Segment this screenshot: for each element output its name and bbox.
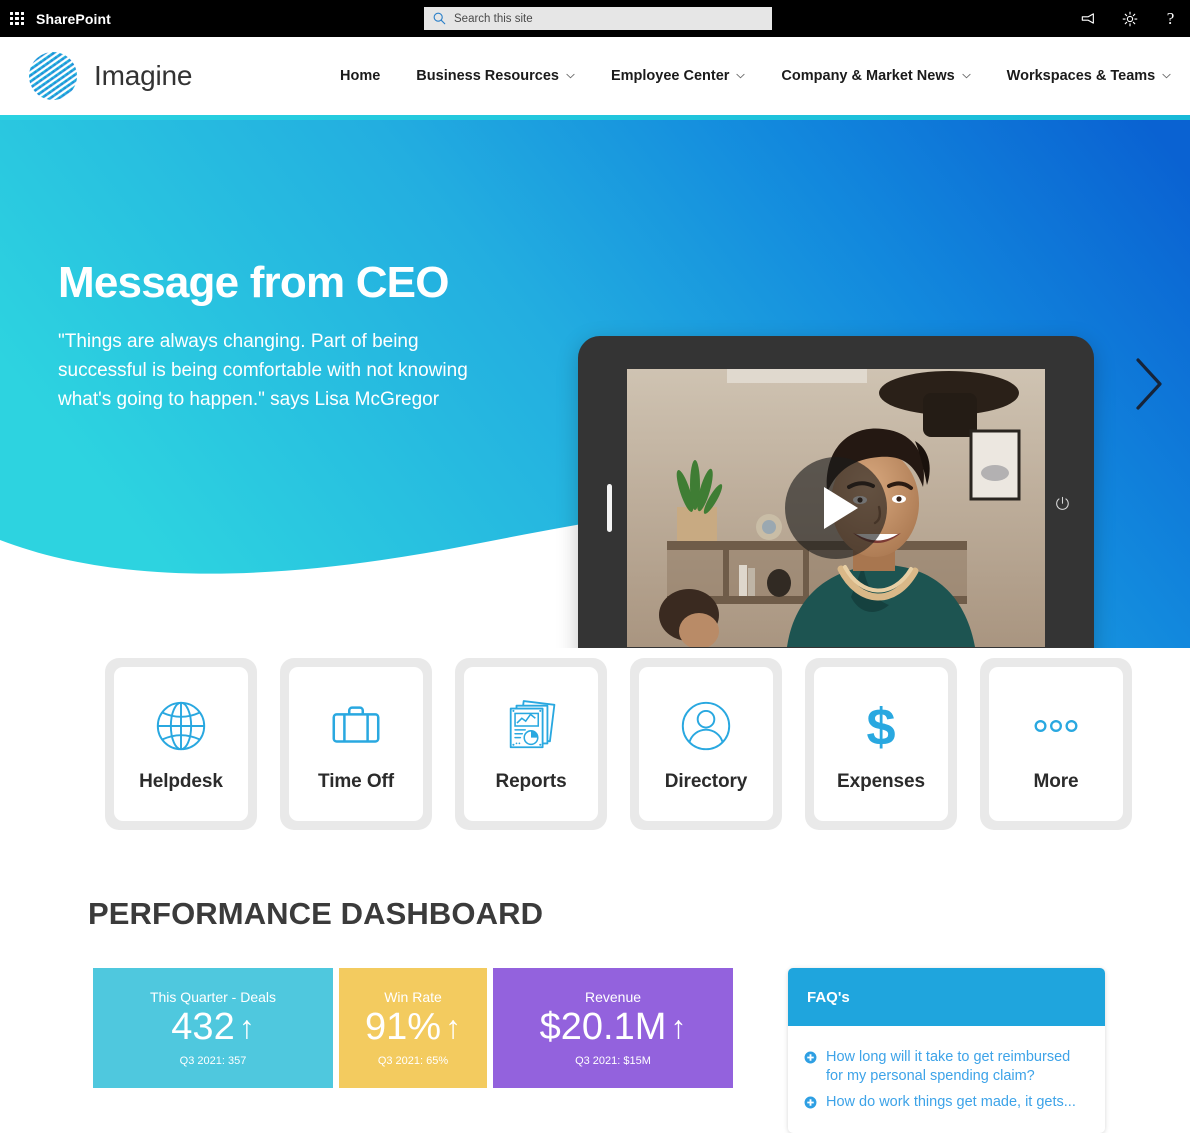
tile-time-off[interactable]: Time Off: [280, 658, 432, 830]
tile-reports[interactable]: Reports: [455, 658, 607, 830]
megaphone-icon[interactable]: [1079, 9, 1098, 28]
kpi-value: 91%: [364, 1006, 442, 1049]
trend-up-arrow-icon: ↑: [445, 1009, 462, 1046]
site-header: Imagine Home Business Resources Employee…: [0, 37, 1190, 115]
kpi-card-deals[interactable]: This Quarter - Deals 432 ↑ Q3 2021: 357: [93, 968, 333, 1088]
faq-item[interactable]: How long will it take to get reimbursed …: [804, 1048, 1087, 1086]
kpi-label: Win Rate: [384, 989, 442, 1006]
chevron-down-icon: [566, 73, 575, 79]
volume-button-icon: [607, 484, 612, 532]
question-mark-icon[interactable]: ?: [1161, 9, 1180, 28]
nav-item-business-resources[interactable]: Business Resources: [416, 68, 575, 84]
kpi-value-wrap: 91% ↑: [364, 1006, 462, 1049]
faq-panel: FAQ's How long will it take to get reimb…: [788, 968, 1105, 1133]
dollar-sign-icon: $: [850, 695, 912, 757]
faq-question: How long will it take to get reimbursed …: [826, 1049, 1071, 1085]
svg-text:$: $: [866, 698, 895, 755]
play-button-icon[interactable]: [785, 457, 887, 559]
tile-directory[interactable]: Directory: [630, 658, 782, 830]
nav-label: Employee Center: [610, 68, 730, 84]
trend-up-arrow-icon: ↑: [238, 1009, 255, 1046]
kpi-value-wrap: $20.1M ↑: [539, 1006, 687, 1049]
kpi-previous: Q3 2021: $15M: [575, 1054, 651, 1067]
power-button-icon: [1056, 496, 1069, 510]
tile-label: Time Off: [318, 771, 394, 792]
gear-icon[interactable]: [1120, 9, 1139, 28]
faq-list: How long will it take to get reimbursed …: [788, 1026, 1105, 1133]
tablet-device-mockup: [578, 336, 1094, 648]
suite-bar-actions: ?: [1079, 0, 1180, 37]
page-title: PERFORMANCE DASHBOARD: [88, 896, 544, 931]
kpi-card-win-rate[interactable]: Win Rate 91% ↑ Q3 2021: 65%: [339, 968, 487, 1088]
search-input[interactable]: Search this site: [424, 7, 772, 30]
site-title: Imagine: [94, 60, 193, 91]
hero-quote: "Things are always changing. Part of bei…: [58, 331, 468, 410]
globe-icon: [150, 695, 212, 757]
chevron-down-icon: [736, 73, 746, 79]
chevron-down-icon: [1162, 73, 1171, 79]
tile-label: More: [1033, 771, 1079, 792]
hero-banner: Message from CEO "Things are always chan…: [0, 120, 1190, 648]
faq-panel-header: FAQ's: [788, 968, 1105, 1026]
tile-label: Directory: [664, 771, 748, 792]
plus-circle-icon: [804, 1096, 817, 1109]
tile-helpdesk[interactable]: Helpdesk: [105, 658, 257, 830]
sharepoint-brand-link[interactable]: SharePoint: [36, 11, 111, 27]
site-logo-link[interactable]: Imagine: [28, 51, 192, 101]
kpi-value: 432: [171, 1006, 235, 1049]
kpi-card-row: This Quarter - Deals 432 ↑ Q3 2021: 357 …: [93, 968, 733, 1088]
nav-label: Company & Market News: [781, 68, 955, 84]
quick-links-tiles: Helpdesk Time Off Reports Directory $ Ex…: [105, 658, 1132, 830]
nav-item-company-market-news[interactable]: Company & Market News: [781, 68, 971, 84]
search-placeholder: Search this site: [454, 12, 533, 25]
imagine-striped-circle-logo: [29, 52, 77, 100]
ellipsis-icon: [1025, 695, 1087, 757]
carousel-next-chevron-right-icon[interactable]: [1132, 356, 1166, 412]
tile-more[interactable]: More: [980, 658, 1132, 830]
nav-label: Workspaces & Teams: [1006, 68, 1156, 84]
reports-documents-icon: [500, 695, 562, 757]
kpi-card-revenue[interactable]: Revenue $20.1M ↑ Q3 2021: $15M: [493, 968, 733, 1088]
hero-title: Message from CEO: [58, 258, 449, 307]
kpi-label: This Quarter - Deals: [149, 989, 277, 1006]
kpi-label: Revenue: [584, 989, 642, 1006]
faq-title: FAQ's: [807, 988, 850, 1006]
trend-up-arrow-icon: ↑: [670, 1009, 687, 1046]
app-launcher-waffle-icon[interactable]: [8, 10, 26, 28]
kpi-value: $20.1M: [539, 1006, 667, 1049]
video-thumbnail[interactable]: [627, 369, 1045, 647]
person-circle-icon: [675, 695, 737, 757]
suite-bar: SharePoint Search this site ?: [0, 0, 1190, 37]
nav-item-workspaces-teams[interactable]: Workspaces & Teams: [1007, 68, 1172, 84]
tile-label: Helpdesk: [139, 771, 223, 792]
tile-label: Expenses: [837, 771, 925, 792]
briefcase-icon: [325, 695, 387, 757]
kpi-value-wrap: 432 ↑: [171, 1006, 255, 1049]
faq-item[interactable]: How do work things get made, it gets...: [804, 1093, 1087, 1112]
hero-text-block: Message from CEO "Things are always chan…: [58, 258, 478, 415]
tile-expenses[interactable]: $ Expenses: [805, 658, 957, 830]
plus-circle-icon: [804, 1051, 817, 1064]
tile-label: Reports: [495, 771, 567, 792]
faq-question: How do work things get made, it gets...: [826, 1094, 1076, 1111]
nav-item-employee-center[interactable]: Employee Center: [610, 68, 746, 84]
kpi-previous: Q3 2021: 65%: [377, 1054, 449, 1067]
search-icon: [433, 12, 446, 25]
nav-label: Business Resources: [416, 68, 559, 84]
nav-item-home[interactable]: Home: [340, 68, 380, 84]
nav-label: Home: [340, 68, 381, 84]
top-navigation: Home Business Resources Employee Center …: [340, 37, 1171, 115]
chevron-down-icon: [961, 73, 971, 79]
kpi-previous: Q3 2021: 357: [179, 1054, 247, 1067]
